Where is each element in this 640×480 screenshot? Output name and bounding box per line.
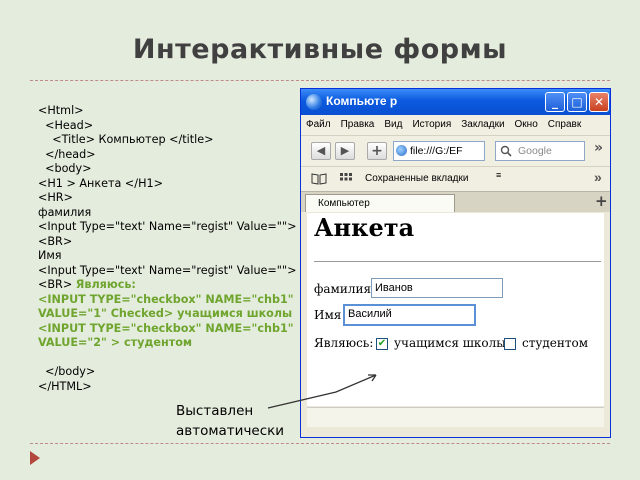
annotation-line-1: Выставлен <box>176 403 254 419</box>
annotation-arrow <box>267 374 377 409</box>
annotation-text: Выставлен автоматически <box>176 401 284 441</box>
nav-triangle-icon[interactable] <box>30 451 40 465</box>
annotation-line-2: автоматически <box>176 423 285 439</box>
